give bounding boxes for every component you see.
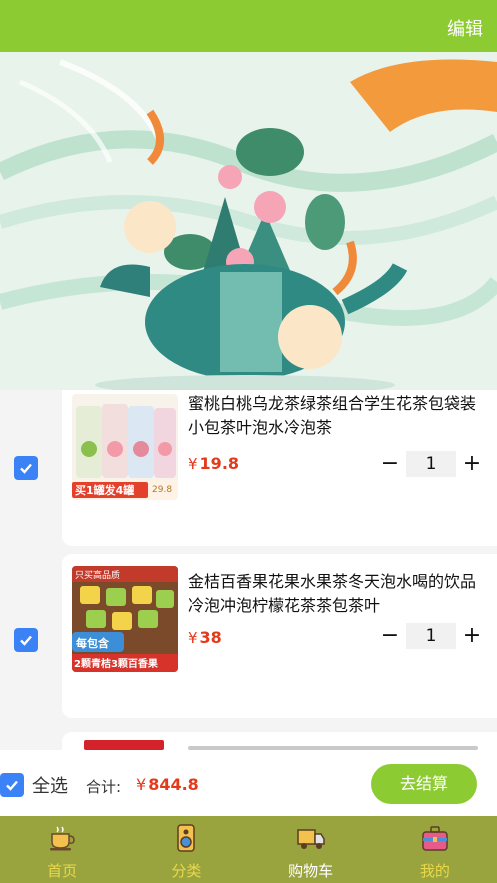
speaker-icon xyxy=(177,824,196,852)
checkmark-icon xyxy=(6,780,18,791)
thumb-promo-text: 买1罐发4罐 xyxy=(75,484,135,497)
decrease-button[interactable]: − xyxy=(378,624,402,648)
checkout-button[interactable]: 去结算 xyxy=(371,764,477,804)
checkout-bar: 全选 合计: ¥844.8 去结算 xyxy=(0,750,497,816)
product-title[interactable]: 蜜桃白桃乌龙茶绿茶组合学生花茶包袋装小包茶叶泡水冷泡茶 xyxy=(188,392,484,440)
increase-button[interactable]: + xyxy=(460,452,484,476)
product-image-partial xyxy=(84,740,164,750)
increase-button[interactable]: + xyxy=(460,624,484,648)
teapot-lotus-illustration xyxy=(0,52,497,390)
edit-button[interactable]: 编辑 xyxy=(447,15,483,41)
checkmark-icon xyxy=(20,635,32,646)
price-value: 38 xyxy=(199,628,222,647)
tab-home[interactable]: 首页 xyxy=(0,816,124,883)
total-label: 合计: xyxy=(86,778,122,796)
product-image[interactable]: 买1罐发4罐 29.8 xyxy=(72,394,178,500)
total-amount-value: 844.8 xyxy=(148,775,199,794)
price-value: 19.8 xyxy=(199,454,240,473)
product-price: ¥19.8 xyxy=(188,454,239,473)
product-image[interactable]: 只买高品质 每包含 2颗青桔3颗百香果 xyxy=(72,566,178,672)
currency-symbol: ¥ xyxy=(188,455,198,473)
truck-icon xyxy=(296,829,325,849)
quantity-input[interactable]: 1 xyxy=(406,451,456,477)
decrease-button[interactable]: − xyxy=(378,452,402,476)
tea-cup-icon xyxy=(50,826,75,851)
checkmark-icon xyxy=(20,463,32,474)
quantity-input[interactable]: 1 xyxy=(406,623,456,649)
bottom-tab-bar: 首页 分类 购物车 我的 xyxy=(0,816,497,883)
currency-symbol: ¥ xyxy=(188,629,198,647)
item-checkbox[interactable] xyxy=(14,456,38,480)
cart-item-partial[interactable] xyxy=(62,732,497,750)
product-title[interactable]: 金桔百香果花果水果茶冬天泡水喝的饮品冷泡冲泡柠檬花茶茶包茶叶 xyxy=(188,570,484,618)
quantity-stepper: − 1 + xyxy=(378,451,484,477)
tab-label: 首页 xyxy=(47,862,78,880)
tab-mine[interactable]: 我的 xyxy=(373,816,497,883)
thumb-promo-text: 2颗青桔3颗百香果 xyxy=(74,659,158,670)
select-all-label: 全选 xyxy=(32,776,68,797)
cart-item[interactable]: 买1罐发4罐 29.8 蜜桃白桃乌龙茶绿茶组合学生花茶包袋装小包茶叶泡水冷泡茶 … xyxy=(62,390,497,546)
tab-label: 分类 xyxy=(171,862,202,880)
tab-label: 购物车 xyxy=(288,862,334,880)
thumb-price-text: 29.8 xyxy=(152,485,173,495)
thumb-top-text: 只买高品质 xyxy=(75,571,121,581)
banner-illustration xyxy=(0,52,497,390)
top-bar: 编辑 xyxy=(0,0,497,52)
tab-label: 我的 xyxy=(419,862,450,880)
cart-item[interactable]: 只买高品质 每包含 2颗青桔3颗百香果 金桔百香果花果水果茶冬天泡水喝的饮品冷泡… xyxy=(62,554,497,718)
briefcase-icon xyxy=(422,826,448,851)
thumb-badge-text: 每包含 xyxy=(76,637,109,650)
select-all-toggle[interactable]: 全选 xyxy=(0,772,68,798)
quantity-stepper: − 1 + xyxy=(378,623,484,649)
cart-list: 买1罐发4罐 29.8 蜜桃白桃乌龙茶绿茶组合学生花茶包袋装小包茶叶泡水冷泡茶 … xyxy=(0,390,497,750)
item-checkbox[interactable] xyxy=(14,628,38,652)
currency-symbol: ¥ xyxy=(136,775,147,794)
select-all-checkbox[interactable] xyxy=(0,773,24,797)
product-price: ¥38 xyxy=(188,628,222,647)
tab-category[interactable]: 分类 xyxy=(124,816,248,883)
total-amount: ¥844.8 xyxy=(136,775,199,794)
tab-cart[interactable]: 购物车 xyxy=(249,816,373,883)
